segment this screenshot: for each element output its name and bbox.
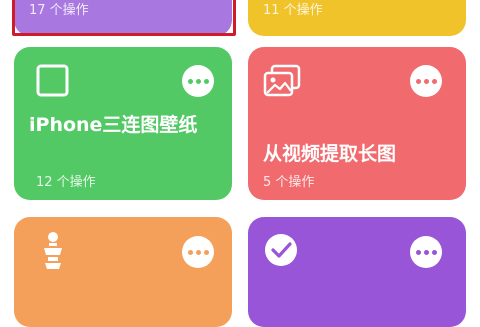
ellipsis-icon [187, 78, 209, 84]
square-outline-icon [36, 64, 69, 97]
shortcut-title: 从视频提取长图 [263, 143, 397, 165]
shortcut-card-video-long-image[interactable]: 从视频提取长图 5 个操作 [248, 47, 466, 200]
checkmark-circle-icon [264, 233, 298, 267]
action-count: 5 个操作 [263, 175, 315, 190]
shortcut-card-bottom-left[interactable] [14, 217, 232, 327]
action-count: 12 个操作 [36, 175, 96, 190]
ice-cream-icon [40, 231, 66, 271]
ellipsis-icon [187, 249, 209, 255]
action-count: 11 个操作 [263, 3, 323, 18]
more-options-button[interactable] [182, 65, 214, 97]
selection-highlight [12, 0, 236, 36]
more-options-button[interactable] [410, 65, 442, 97]
shortcut-card-top-right[interactable]: 11 个操作 [248, 0, 466, 36]
more-options-button[interactable] [182, 236, 214, 268]
shortcut-card-bottom-right[interactable] [248, 217, 466, 327]
shortcut-card-iphone-wallpaper[interactable]: iPhone三连图壁纸 12 个操作 [14, 47, 232, 200]
shortcut-title: iPhone三连图壁纸 [29, 114, 198, 136]
ellipsis-icon [415, 249, 437, 255]
more-options-button[interactable] [410, 236, 442, 268]
ellipsis-icon [415, 78, 437, 84]
photos-icon [262, 64, 302, 98]
